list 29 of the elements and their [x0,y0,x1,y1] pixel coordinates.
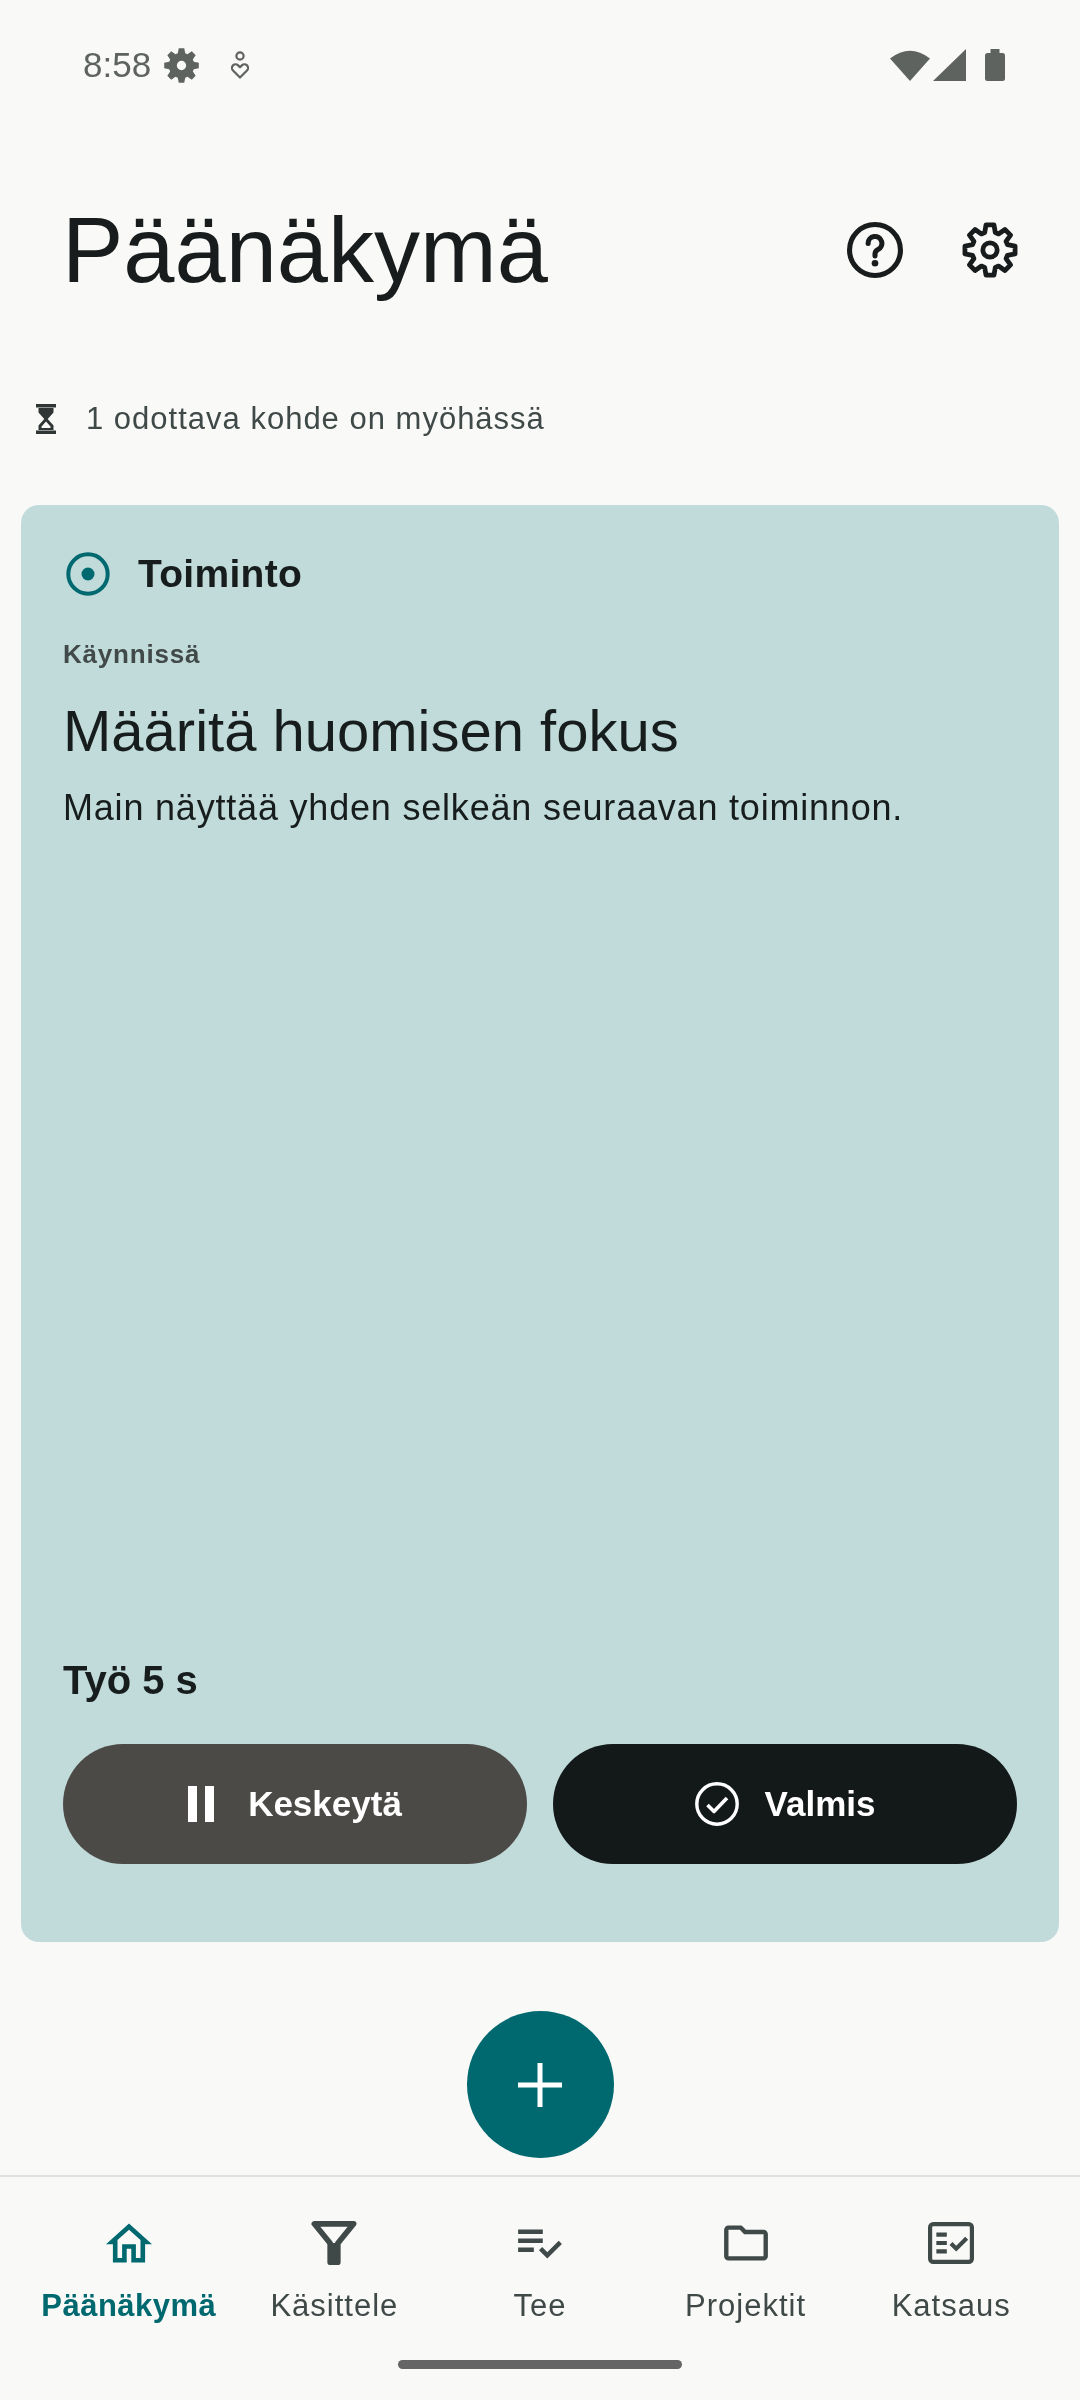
task-title: Määritä huomisen fokus [63,697,679,765]
card-heading: Toiminto [138,551,303,597]
nav-tab[interactable]: Päänäkymä [26,2177,232,2324]
nav-tab[interactable]: Katsaus [848,2177,1054,2324]
person-heart-icon [230,51,251,79]
done-button[interactable]: Valmis [553,1744,1017,1864]
status-time: 8:58 [83,45,152,85]
pause-icon [188,1786,215,1822]
check-circle-icon [694,1782,739,1826]
settings-icon[interactable] [962,222,1018,278]
pause-button[interactable]: Keskeytä [63,1744,527,1864]
wifi-icon [890,49,930,81]
page-title: Päänäkymä [62,198,548,303]
status-label: Käynnissä [63,638,201,670]
help-icon[interactable] [847,222,903,278]
hourglass-icon [36,404,56,434]
checklist-box-icon [928,2220,975,2266]
nav-tab[interactable]: Käsittele [231,2177,438,2324]
cell-signal-icon [933,49,966,81]
plus-icon [518,2062,562,2107]
nav-tab[interactable]: Tee [437,2177,643,2324]
task-description: Main näyttää yhden selkeän seuraavan toiminnon. [63,786,904,830]
filter-icon [311,2220,358,2266]
settings-icon [164,47,200,83]
battery-icon [985,49,1005,81]
overdue-notice: 1 odottava kohde on myöhässä [86,400,545,438]
nav-tab[interactable]: Projektit [642,2177,849,2324]
timer-text: Työ 5 s [63,1657,198,1704]
target-icon [66,552,110,596]
